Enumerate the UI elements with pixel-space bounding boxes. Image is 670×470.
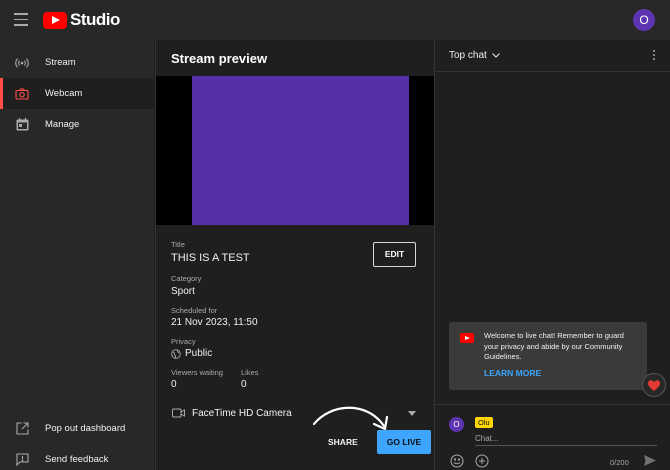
camera-icon <box>15 87 29 101</box>
more-options-icon[interactable] <box>649 48 659 62</box>
heart-icon <box>647 379 661 391</box>
sidebar-item-send-feedback[interactable]: Send feedback <box>0 444 154 470</box>
emoji-icon[interactable] <box>450 454 464 468</box>
sidebar-item-label: Pop out dashboard <box>45 423 126 434</box>
external-link-icon <box>15 422 29 436</box>
sidebar: Stream Webcam Manage Pop out dashboard S… <box>0 40 154 470</box>
sidebar-item-manage[interactable]: Manage <box>0 109 154 140</box>
chevron-down-icon <box>408 410 416 416</box>
chevron-down-icon <box>491 53 500 58</box>
video-preview <box>156 76 434 225</box>
viewers-waiting-value: 0 <box>171 379 177 390</box>
send-icon[interactable] <box>643 454 657 468</box>
menu-icon[interactable] <box>14 13 28 26</box>
sidebar-item-pop-out-dashboard[interactable]: Pop out dashboard <box>0 413 154 444</box>
avatar: O <box>449 417 464 432</box>
sidebar-item-label: Manage <box>45 119 80 130</box>
go-live-button[interactable]: GO LIVE <box>377 430 431 454</box>
video-camera-icon <box>172 408 185 418</box>
panel-title: Stream preview <box>171 51 268 66</box>
youtube-studio-logo[interactable]: Studio <box>43 10 120 30</box>
heart-reaction-button[interactable] <box>642 373 666 397</box>
share-button[interactable]: SHARE <box>328 437 358 447</box>
stream-preview-panel: Stream preview Title THIS IS A TEST EDIT… <box>155 40 434 470</box>
viewers-waiting-label: Viewers waiting <box>171 368 223 377</box>
category-label: Category <box>171 274 202 283</box>
edit-button[interactable]: EDIT <box>373 242 416 267</box>
top-bar: Studio O <box>0 0 670 40</box>
welcome-message: Welcome to live chat! Remember to guard … <box>449 322 647 390</box>
welcome-text: Welcome to live chat! Remember to guard … <box>484 331 624 361</box>
likes-value: 0 <box>241 379 247 390</box>
chat-panel: Top chat Welcome to live chat! Remember … <box>434 40 670 470</box>
likes-label: Likes <box>241 368 259 377</box>
chat-username: Olu <box>475 417 493 428</box>
webcam-feed <box>192 76 409 225</box>
chat-mode-select[interactable]: Top chat <box>449 50 500 61</box>
privacy-row: Public <box>171 348 212 359</box>
calendar-icon <box>15 118 29 132</box>
chat-header: Top chat <box>435 40 670 72</box>
scheduled-label: Scheduled for <box>171 306 218 315</box>
chat-title: Top chat <box>449 50 487 61</box>
feedback-icon <box>15 453 29 467</box>
stream-title: THIS IS A TEST <box>171 252 250 264</box>
youtube-logo-icon <box>43 11 67 29</box>
privacy-label: Privacy <box>171 337 196 346</box>
sidebar-item-webcam[interactable]: Webcam <box>0 78 154 109</box>
category-value: Sport <box>171 286 195 297</box>
sidebar-item-stream[interactable]: Stream <box>0 47 154 78</box>
account-avatar[interactable]: O <box>633 9 655 31</box>
broadcast-icon <box>15 56 29 70</box>
privacy-value: Public <box>185 348 213 359</box>
sidebar-item-label: Send feedback <box>45 454 109 465</box>
char-count: 0/200 <box>610 458 629 467</box>
learn-more-link[interactable]: LEARN MORE <box>484 368 541 378</box>
sidebar-item-label: Webcam <box>45 88 83 99</box>
youtube-logo-icon <box>460 333 474 343</box>
scheduled-value: 21 Nov 2023, 11:50 <box>171 317 258 328</box>
globe-icon <box>171 348 181 359</box>
divider <box>435 404 670 405</box>
title-label: Title <box>171 240 185 249</box>
sidebar-item-label: Stream <box>45 57 76 68</box>
logo-text: Studio <box>70 10 120 29</box>
chat-input[interactable] <box>475 432 657 446</box>
add-icon[interactable] <box>475 454 489 468</box>
